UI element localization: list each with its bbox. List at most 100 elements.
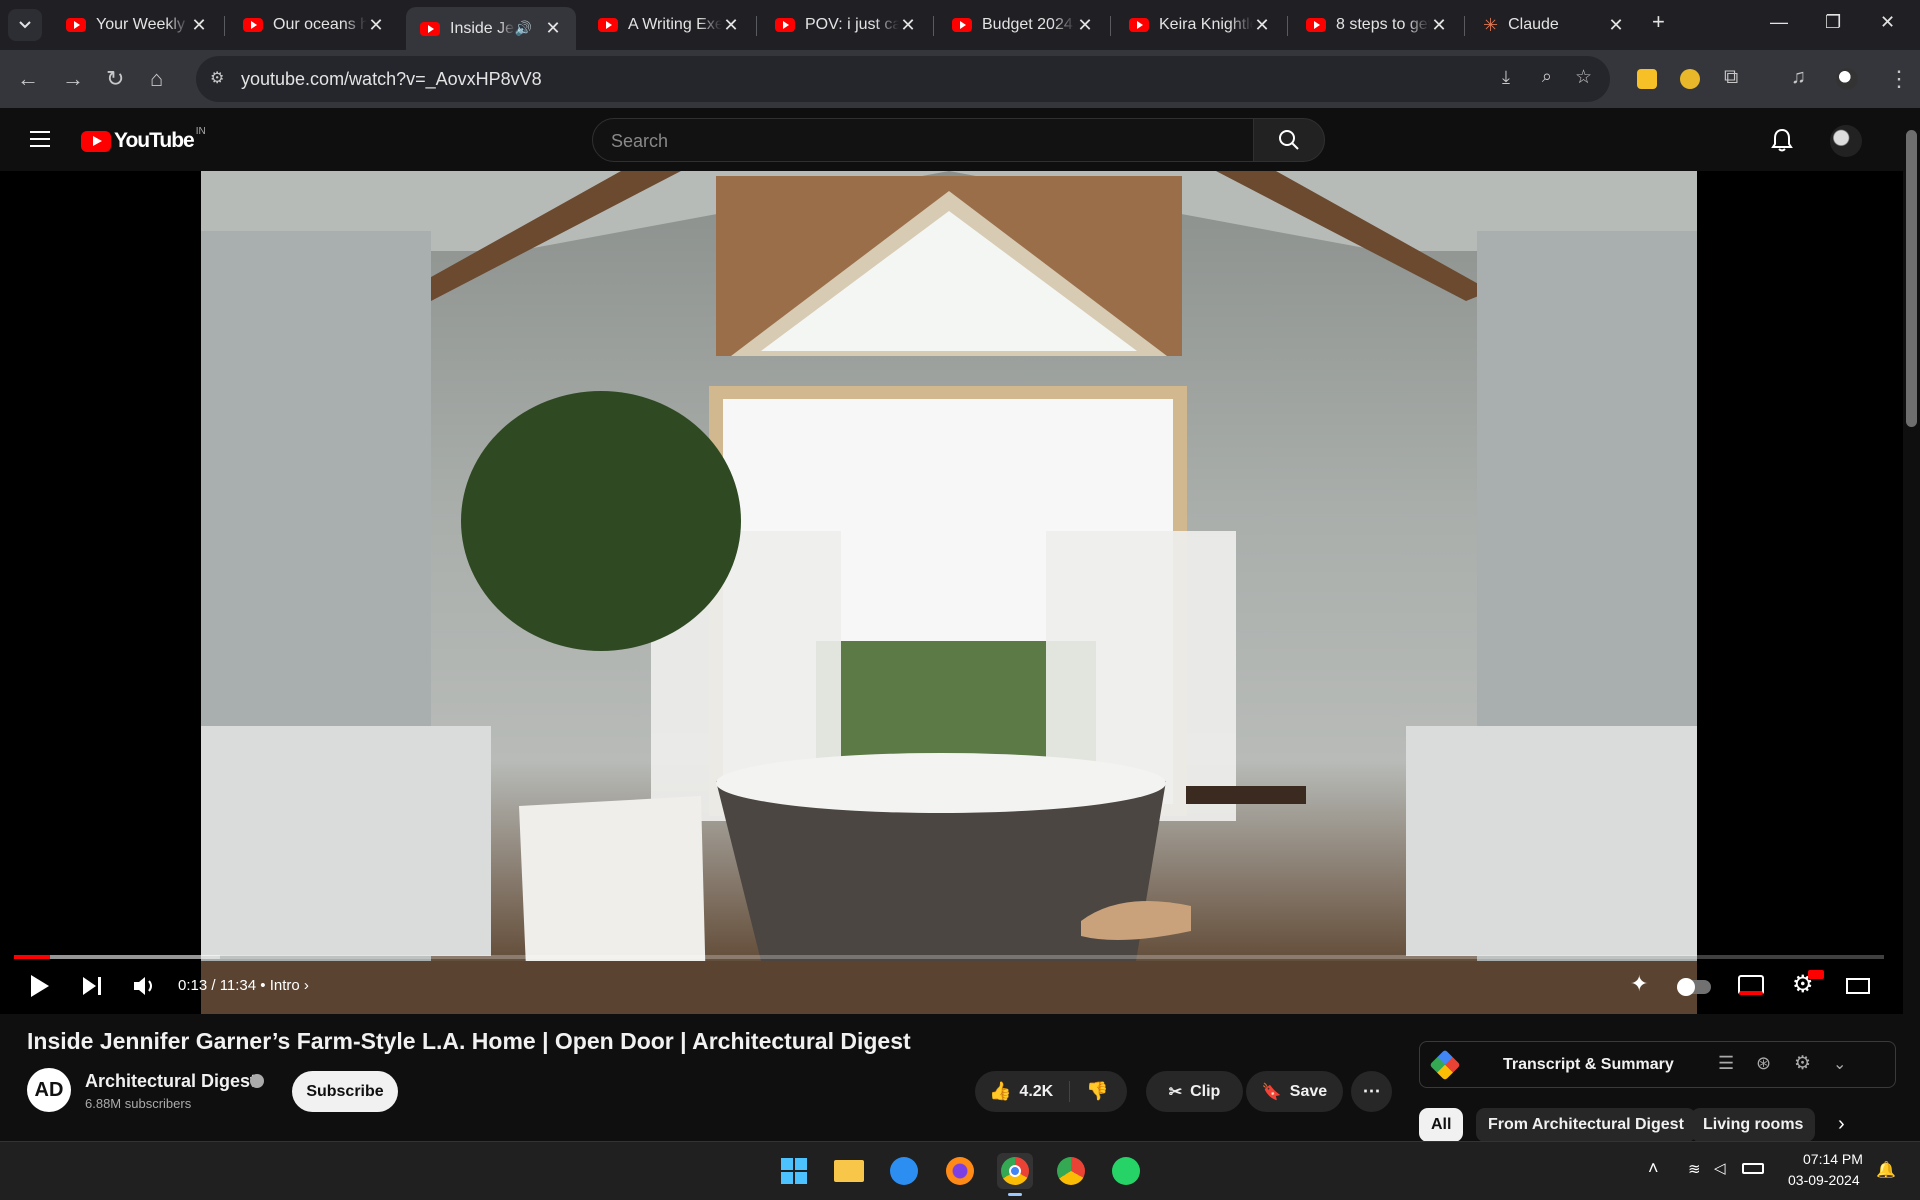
tab-0[interactable]: Your Weekly Dose✕ [52, 7, 222, 43]
address-bar[interactable]: ⚙ youtube.com/watch?v=_AovxHP8vV8 ⤓ ⌕ ☆ [196, 56, 1610, 102]
dislike-button[interactable]: 👎 [1070, 1081, 1108, 1102]
play-button[interactable] [27, 973, 51, 999]
transcript-summary-panel[interactable]: Transcript & Summary ☰ ⊛ ⚙ ⌄ [1419, 1041, 1896, 1088]
subscriber-count: 6.88M subscribers [85, 1096, 192, 1111]
extensions-puzzle-icon[interactable]: ⧉ [1724, 66, 1738, 89]
tab-1[interactable]: Our oceans hold✕ [229, 7, 399, 43]
close-window-button[interactable]: ✕ [1880, 12, 1895, 33]
close-tab-icon[interactable]: ✕ [1607, 15, 1625, 36]
reload-button[interactable]: ↻ [106, 66, 124, 92]
minimize-button[interactable]: — [1770, 12, 1788, 33]
wifi-icon[interactable]: ≋ [1688, 1160, 1701, 1178]
youtube-favicon-icon [66, 18, 86, 32]
next-button[interactable] [80, 974, 104, 998]
youtube-favicon-icon [952, 18, 972, 32]
new-tab-button[interactable]: + [1652, 9, 1665, 35]
ai-sparkle-icon[interactable]: ✦ [1630, 971, 1648, 997]
close-tab-icon[interactable]: ✕ [722, 15, 740, 36]
search-input[interactable]: Search [592, 118, 1254, 162]
battery-icon[interactable] [1742, 1163, 1764, 1174]
hamburger-menu-icon[interactable] [30, 131, 50, 147]
transcript-icon[interactable]: ☰ [1718, 1053, 1734, 1074]
chrome-menu-icon[interactable]: ⋮ [1888, 66, 1910, 92]
panel-expand-chevron-icon[interactable]: ⌄ [1833, 1054, 1846, 1074]
whatsapp-icon[interactable] [1108, 1153, 1144, 1189]
progress-played [14, 955, 50, 959]
close-tab-icon[interactable]: ✕ [190, 15, 208, 36]
youtube-play-logo-icon [81, 130, 111, 152]
tab-4[interactable]: POV: i just can't✕ [761, 7, 931, 43]
channel-avatar[interactable]: AD [27, 1068, 71, 1112]
active-app-indicator [1008, 1193, 1022, 1196]
site-info-icon[interactable]: ⚙ [210, 68, 224, 88]
close-tab-icon[interactable]: ✕ [367, 15, 385, 36]
tab-2-active[interactable]: Inside Jennifer🔊✕ [406, 7, 576, 50]
tab-5[interactable]: Budget 2024 ✕ [938, 7, 1108, 43]
tab-3[interactable]: A Writing Exercise✕ [584, 7, 754, 43]
file-explorer-icon[interactable] [831, 1153, 867, 1189]
hd-badge [1808, 970, 1824, 979]
account-avatar[interactable] [1830, 125, 1862, 157]
close-tab-icon[interactable]: ✕ [899, 15, 917, 36]
tab-6[interactable]: Keira Knightley✕ [1115, 7, 1285, 43]
tab-8[interactable]: ✳ Claude ✕ [1469, 7, 1639, 43]
profile-avatar[interactable] [1836, 68, 1858, 90]
volume-icon[interactable] [132, 974, 158, 998]
close-tab-icon[interactable]: ✕ [1253, 15, 1271, 36]
media-control-icon[interactable]: ♫ [1791, 66, 1806, 89]
autoplay-toggle[interactable] [1677, 978, 1711, 996]
video-title: Inside Jennifer Garner’s Farm-Style L.A.… [27, 1028, 911, 1054]
chapter-title[interactable]: Intro [270, 977, 300, 994]
clock-date[interactable]: 03-09-2024 [1788, 1172, 1860, 1188]
channel-name[interactable]: Architectural Digest [85, 1071, 256, 1092]
close-tab-icon[interactable]: ✕ [544, 18, 562, 39]
speaker-icon[interactable]: 🔊 [515, 20, 532, 37]
zoom-icon[interactable]: ⌕ [1542, 66, 1552, 87]
chip-living-rooms[interactable]: Living rooms [1691, 1108, 1816, 1142]
notification-bell-icon[interactable]: 🔔 [1876, 1160, 1896, 1180]
video-player[interactable] [0, 171, 1903, 1014]
clock-time[interactable]: 07:14 PM [1803, 1151, 1863, 1167]
youtube-favicon-icon [420, 21, 440, 36]
forward-button[interactable]: → [62, 66, 84, 92]
chip-all[interactable]: All [1419, 1108, 1464, 1142]
tab-search-button[interactable] [8, 9, 42, 41]
install-app-icon[interactable]: ⤓ [1502, 67, 1510, 88]
tab-7[interactable]: 8 steps to get ✕ [1292, 7, 1462, 43]
youtube-favicon-icon [775, 18, 795, 32]
close-tab-icon[interactable]: ✕ [1430, 15, 1448, 36]
more-actions-button[interactable]: ⋯ [1351, 1071, 1392, 1112]
subscribe-button[interactable]: Subscribe [292, 1071, 398, 1112]
firefox-icon[interactable] [942, 1153, 978, 1189]
restore-button[interactable]: ❐ [1825, 12, 1841, 33]
edge-app-icon[interactable] [886, 1153, 922, 1189]
chip-from-channel[interactable]: From Architectural Digest [1476, 1108, 1696, 1142]
youtube-logo[interactable]: YouTube IN [81, 126, 206, 153]
notifications-bell-icon[interactable] [1770, 127, 1794, 153]
windows-logo-icon [781, 1158, 807, 1184]
back-button[interactable]: ← [17, 66, 39, 92]
theater-mode-button[interactable] [1846, 978, 1870, 994]
keep-extension-icon[interactable] [1637, 69, 1657, 89]
video-frame[interactable] [201, 171, 1697, 1014]
tray-chevron-up-icon[interactable]: ˄ [1648, 1158, 1659, 1179]
scrollbar-thumb[interactable] [1906, 130, 1917, 427]
chips-next-chevron-icon[interactable]: › [1838, 1113, 1845, 1136]
openai-icon[interactable]: ⊛ [1756, 1053, 1771, 1074]
bookmark-icon: 🔖 [1261, 1083, 1282, 1101]
progress-bar[interactable] [14, 955, 1884, 959]
volume-tray-icon[interactable]: ◁ [1714, 1159, 1726, 1177]
like-button[interactable]: 👍 4.2K [975, 1081, 1070, 1102]
extension-icon[interactable] [1680, 69, 1700, 89]
home-button[interactable]: ⌂ [150, 66, 163, 92]
chrome-icon[interactable] [997, 1153, 1033, 1189]
clip-button[interactable]: ✂ Clip [1146, 1071, 1243, 1112]
save-button[interactable]: 🔖 Save [1246, 1071, 1343, 1112]
search-button[interactable] [1253, 118, 1325, 162]
subtitles-button[interactable] [1738, 975, 1764, 995]
panel-settings-icon[interactable]: ⚙ [1794, 1052, 1811, 1075]
close-tab-icon[interactable]: ✕ [1076, 15, 1094, 36]
start-button[interactable] [776, 1153, 812, 1189]
chrome-profile-icon[interactable] [1053, 1153, 1089, 1189]
bookmark-star-icon[interactable]: ☆ [1575, 66, 1592, 89]
